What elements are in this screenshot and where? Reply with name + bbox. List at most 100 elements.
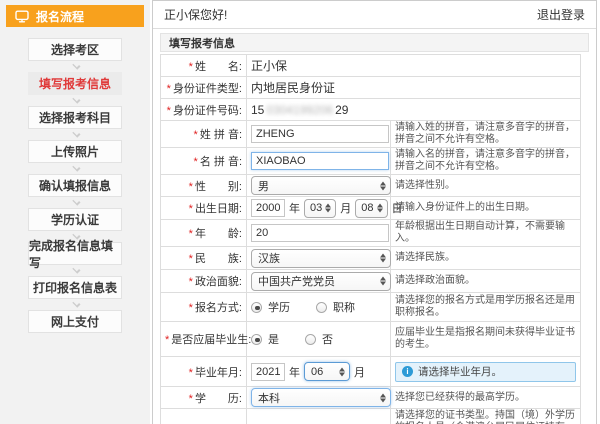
welcome-bar: 正小保您好! 退出登录 (153, 1, 596, 29)
form-row-ethnicity: *民 族: 汉族 请选择民族。 (161, 247, 581, 270)
up-down-arrows-icon (325, 204, 331, 213)
required-asterisk: * (167, 105, 171, 117)
required-asterisk: * (189, 302, 193, 314)
radio-option-professional-title[interactable]: 职称 (316, 299, 355, 315)
step-select-exam-area[interactable]: 选择考区 (28, 38, 122, 61)
up-down-arrows-icon (380, 181, 386, 190)
process-sidebar: 报名流程 选择考区 填写报考信息 选择报考科目 上传照片 确认填报信息 学历认证… (0, 0, 150, 424)
radio-icon (305, 334, 316, 345)
graduation-date-label: 毕业年月: (195, 367, 242, 379)
required-asterisk: * (165, 334, 169, 346)
chevron-down-icon (72, 299, 80, 307)
month-unit: 月 (354, 364, 365, 380)
steps-list: 选择考区 填写报考信息 选择报考科目 上传照片 确认填报信息 学历认证 完成报名… (0, 38, 150, 333)
form-row-id-number: *身份证件号码: 15030419920629 (161, 99, 581, 121)
birth-day-select[interactable]: 08 (355, 199, 387, 218)
political-status-hint: 请选择政治面貌。 (391, 270, 581, 293)
radio-option-yes[interactable]: 是 (251, 331, 279, 347)
step-education-verification[interactable]: 学历认证 (28, 208, 122, 231)
form-row-graduation-date: *毕业年月: 年 06 月 请选择毕业年月。 (161, 357, 581, 387)
name-label: 姓 名: (195, 61, 242, 73)
radio-option-no[interactable]: 否 (305, 331, 333, 347)
fresh-graduate-label: 是否应届毕业生: (171, 334, 251, 346)
form-row-registration-method: *报名方式: 学历 职称 请选择您的报名方式是用学历报名还是用职称报名。 (161, 293, 581, 322)
graduation-year-input[interactable] (251, 363, 285, 381)
gender-selected-value: 男 (258, 178, 269, 194)
up-down-arrows-icon (380, 277, 386, 286)
political-status-label: 政治面貌: (195, 276, 242, 288)
birth-year-input[interactable] (251, 199, 285, 217)
form-row-age: *年 龄: 年龄根据出生日期自动计算，不需要输入。 (161, 220, 581, 247)
step-online-payment[interactable]: 网上支付 (28, 310, 122, 333)
political-status-select[interactable]: 中国共产党党员 (251, 272, 391, 291)
name-value: 正小保 (247, 55, 581, 77)
step-upload-photo[interactable]: 上传照片 (28, 140, 122, 163)
up-down-arrows-icon (339, 367, 345, 376)
ethnicity-select[interactable]: 汉族 (251, 249, 391, 268)
chevron-down-icon (72, 129, 80, 137)
education-label: 学 历: (195, 393, 242, 405)
ethnicity-hint: 请选择民族。 (391, 247, 581, 270)
step-fill-registration-info[interactable]: 填写报考信息 (28, 72, 122, 95)
fresh-graduate-hint: 应届毕业生是指报名期间未获得毕业证书的考生。 (391, 322, 581, 357)
given-pinyin-input[interactable] (251, 152, 389, 170)
step-print-registration-form[interactable]: 打印报名信息表 (28, 276, 122, 299)
form-row-surname-pinyin: *姓 拼 音: 请输入姓的拼音，请注意多音字的拼音，拼音之间不允许有空格。 (161, 121, 581, 148)
graduation-month-select[interactable]: 06 (304, 362, 350, 381)
ethnicity-selected-value: 汉族 (258, 250, 280, 266)
step-select-exam-subjects[interactable]: 选择报考科目 (28, 106, 122, 129)
info-icon (402, 366, 413, 377)
surname-pinyin-hint: 请输入姓的拼音，请注意多音字的拼音，拼音之间不允许有空格。 (391, 121, 581, 148)
id-number-value: 15030419920629 (247, 99, 581, 121)
step-confirm-info[interactable]: 确认填报信息 (28, 174, 122, 197)
radio-icon (251, 302, 262, 313)
greeting-text: 正小保您好! (164, 6, 227, 23)
given-pinyin-hint: 请输入名的拼音，请注意多音字的拼音，拼音之间不允许有空格。 (391, 148, 581, 175)
birth-month-value: 03 (310, 202, 322, 214)
registration-method-hint: 请选择您的报名方式是用学历报名还是用职称报名。 (391, 293, 581, 322)
given-pinyin-label: 名 拼 音: (200, 156, 242, 168)
graduation-month-value: 06 (311, 366, 323, 378)
education-select[interactable]: 本科 (251, 388, 391, 407)
radio-option-education[interactable]: 学历 (251, 299, 290, 315)
birth-day-value: 08 (361, 202, 373, 214)
sidebar-title: 报名流程 (36, 8, 84, 25)
up-down-arrows-icon (380, 254, 386, 263)
age-hint: 年龄根据出生日期自动计算，不需要输入。 (391, 220, 581, 247)
registration-method-label: 报名方式: (195, 302, 242, 314)
up-down-arrows-icon (380, 393, 386, 402)
gender-label: 性 别: (195, 181, 242, 193)
required-asterisk: * (189, 203, 193, 215)
birth-date-hint: 请输入身份证件上的出生日期。 (391, 197, 581, 220)
step-complete-registration[interactable]: 完成报名信息填写 (28, 242, 122, 265)
monitor-icon (15, 10, 29, 23)
chevron-down-icon (72, 197, 80, 205)
chevron-down-icon (72, 163, 80, 171)
birth-month-select[interactable]: 03 (304, 199, 336, 218)
age-input[interactable] (251, 224, 389, 242)
form-row-name: *姓 名: 正小保 (161, 55, 581, 77)
political-status-selected-value: 中国共产党党员 (258, 273, 335, 289)
ethnicity-label: 民 族: (195, 253, 242, 265)
education-selected-value: 本科 (258, 390, 280, 406)
fresh-graduate-radiogroup: 是 否 (251, 331, 386, 347)
logout-link[interactable]: 退出登录 (537, 6, 585, 23)
required-asterisk: * (189, 253, 193, 265)
id-number-masked: 0304199206 (266, 103, 333, 117)
form-row-given-pinyin: *名 拼 音: 请输入名的拼音，请注意多音字的拼音，拼音之间不允许有空格。 (161, 148, 581, 175)
up-down-arrows-icon (377, 204, 383, 213)
required-asterisk: * (189, 228, 193, 240)
id-number-label: 身份证件号码: (173, 105, 242, 117)
registration-page: 报名流程 选择考区 填写报考信息 选择报考科目 上传照片 确认填报信息 学历认证… (0, 0, 600, 424)
surname-pinyin-input[interactable] (251, 125, 389, 143)
chevron-down-icon (72, 61, 80, 69)
age-label: 年 龄: (195, 228, 242, 240)
required-asterisk: * (194, 129, 198, 141)
form-row-birth-date: *出生日期: 年 03 月 08 日 (161, 197, 581, 220)
birth-date-label: 出生日期: (195, 203, 242, 215)
graduation-notice-text: 请选择毕业年月。 (418, 366, 502, 378)
id-type-value: 内地居民身份证 (247, 77, 581, 99)
gender-select[interactable]: 男 (251, 176, 391, 195)
form-row-gender: *性 别: 男 请选择性别。 (161, 175, 581, 197)
form-row-education: *学 历: 本科 选择您已经获得的最高学历。 (161, 387, 581, 409)
